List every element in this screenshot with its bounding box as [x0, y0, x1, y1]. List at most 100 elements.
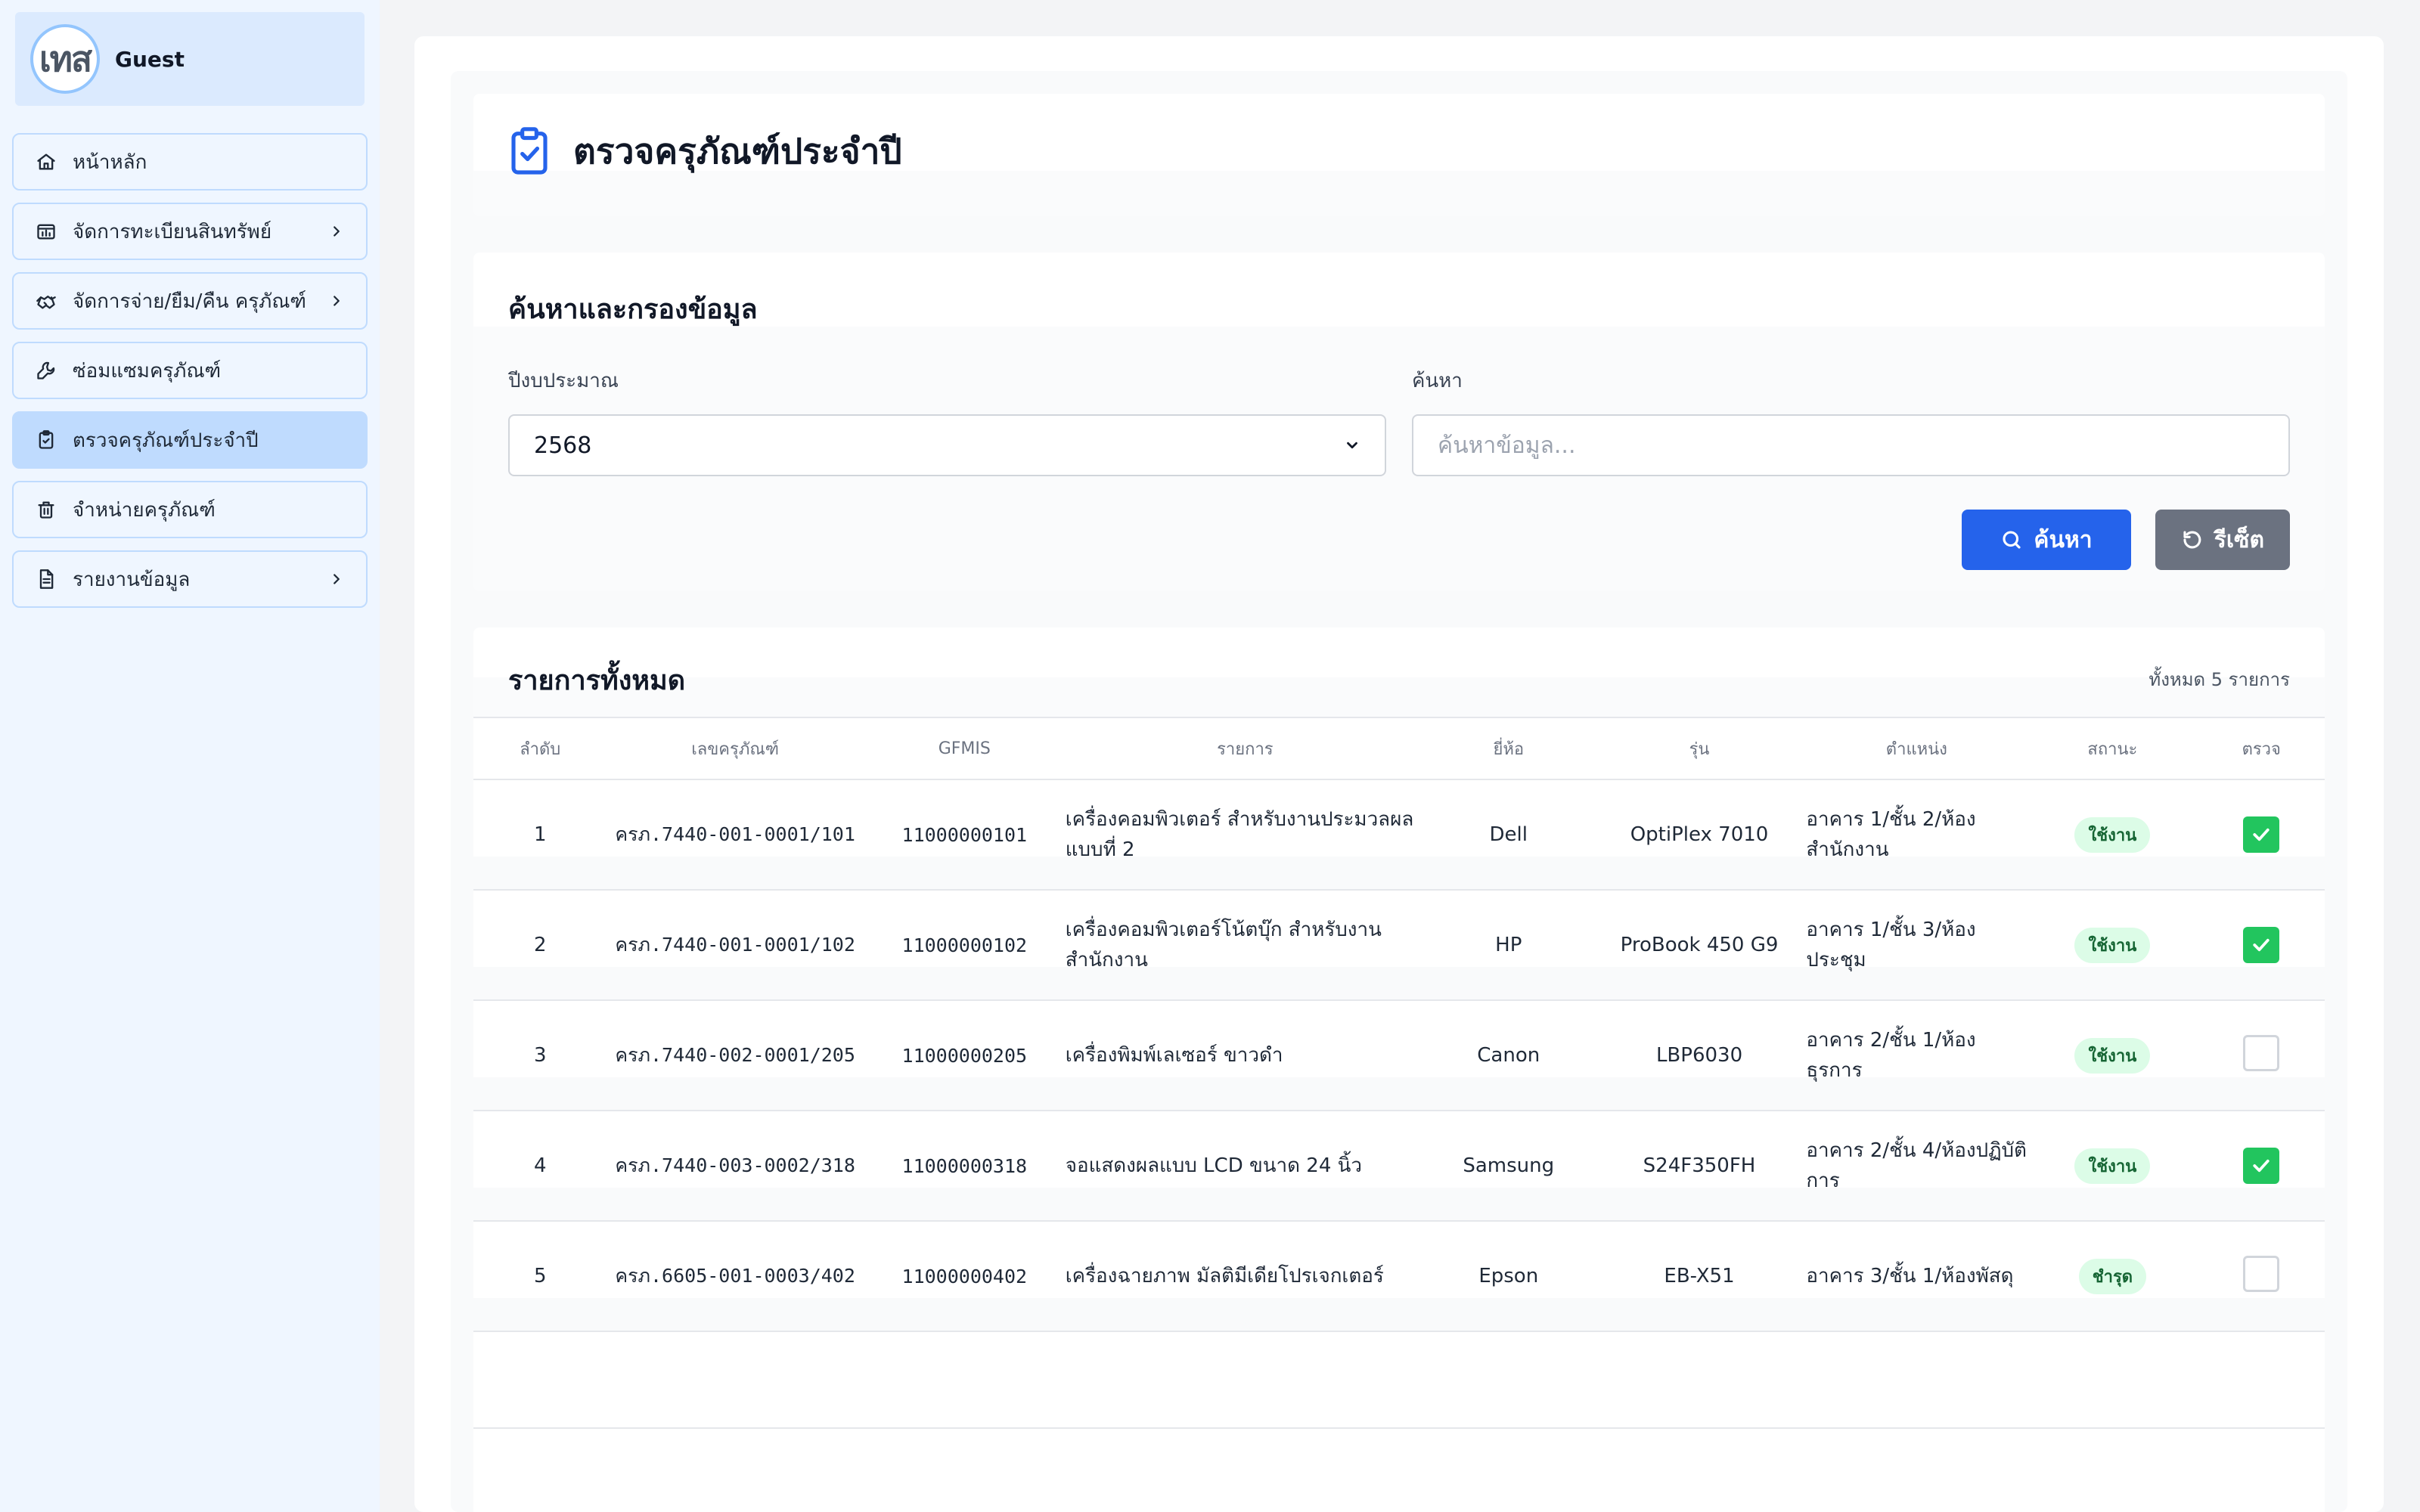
- status-badge: ใช้งาน: [2074, 816, 2151, 853]
- list-title: รายการทั้งหมด: [508, 665, 686, 696]
- cell-brand: Epson: [1424, 1220, 1593, 1331]
- cell-item: เครื่องฉายภาพ มัลติมีเดียโปรเจกเตอร์: [1065, 1220, 1425, 1331]
- column-header: ลำดับ: [473, 717, 607, 779]
- sidebar-item-5[interactable]: ตรวจครุภัณฑ์ประจำปี: [12, 411, 368, 469]
- cell-location: อาคาร 2/ชั้น 1/ห้องธุรการ: [1806, 999, 2028, 1111]
- cell-asset-no: ครภ.7440-001-0001/101: [607, 779, 864, 890]
- cell-asset-no: ครภ.7440-002-0001/205: [607, 999, 864, 1111]
- status-badge: ใช้งาน: [2074, 1148, 2151, 1184]
- search-icon: [2003, 531, 2021, 549]
- clipboard-check-icon: [33, 427, 59, 453]
- cell-location: อาคาร 1/ชั้น 3/ห้องประชุม: [1806, 889, 2028, 1000]
- sidebar-item-4[interactable]: ซ่อมแซมครุภัณฑ์: [12, 342, 368, 399]
- cell-model: S24F350FH: [1592, 1110, 1807, 1221]
- table-row: 1 ครภ.7440-001-0001/101 11000000101 เครื่อง…: [473, 779, 2325, 890]
- cell-status: ใช้งาน: [2027, 999, 2198, 1111]
- avatar: เทส: [30, 24, 100, 94]
- handshake-icon: [33, 288, 59, 314]
- cell-gfmis: 11000000102: [863, 889, 1066, 1000]
- cell-brand: Canon: [1424, 999, 1593, 1111]
- column-header: ยี่ห้อ: [1424, 717, 1593, 779]
- cell-model: LBP6030: [1592, 999, 1807, 1111]
- cell-check: [2198, 1110, 2325, 1221]
- status-badge: ใช้งาน: [2074, 1037, 2151, 1074]
- filter-title: ค้นหาและกรองข้อมูล: [508, 294, 758, 325]
- reset-button[interactable]: รีเซ็ต: [2155, 510, 2290, 570]
- cell-item: จอแสดงผลแบบ LCD ขนาด 24 นิ้ว: [1065, 1110, 1425, 1221]
- year-select[interactable]: 2568: [508, 414, 1386, 476]
- user-name: Guest: [115, 46, 185, 72]
- cell-no: 2: [473, 889, 607, 1000]
- check-icon: [2253, 1159, 2270, 1173]
- sidebar-item-2[interactable]: จัดการทะเบียนสินทรัพย์: [12, 203, 368, 260]
- cell-item: เครื่องคอมพิวเตอร์ สำหรับงานประมวลผลแบบท…: [1065, 779, 1425, 890]
- search-placeholder: ค้นหาข้อมูล...: [1438, 432, 1576, 459]
- cell-no: 1: [473, 779, 607, 890]
- sidebar-item-label: จำหน่ายครุภัณฑ์: [73, 498, 216, 522]
- cell-check: [2198, 999, 2325, 1111]
- clipboard-check-icon: [511, 127, 548, 175]
- cell-gfmis: 11000000205: [863, 999, 1066, 1111]
- inspect-checkbox[interactable]: [2243, 927, 2280, 963]
- trash-icon: [33, 497, 59, 522]
- search-button[interactable]: ค้นหา: [1962, 510, 2131, 570]
- cell-model: EB-X51: [1592, 1220, 1807, 1331]
- cell-status: ใช้งาน: [2027, 889, 2198, 1000]
- status-badge: ใช้งาน: [2074, 927, 2151, 963]
- cell-model: OptiPlex 7010: [1592, 779, 1807, 890]
- filter-actions: ค้นหา รีเซ็ต: [508, 510, 2290, 570]
- reset-button-label: รีเซ็ต: [2214, 526, 2264, 553]
- chevron-right-icon: [327, 222, 346, 241]
- inspect-checkbox[interactable]: [2243, 1255, 2280, 1292]
- sidebar-item-7[interactable]: รายงานข้อมูล: [12, 550, 368, 608]
- table-row: 4 ครภ.7440-003-0002/318 11000000318 จอแสดงผ…: [473, 1110, 2325, 1221]
- list-header: รายการทั้งหมด ทั้งหมด 5 รายการ: [473, 627, 2325, 717]
- cell-brand: Dell: [1424, 779, 1593, 890]
- cell-item: เครื่องคอมพิวเตอร์โน้ตบุ๊ก สำหรับงานสำนั…: [1065, 889, 1425, 1000]
- user-profile[interactable]: เทส Guest: [15, 12, 365, 106]
- column-header: รุ่น: [1592, 717, 1807, 779]
- status-badge: ชำรุด: [2078, 1258, 2147, 1294]
- cell-status: ใช้งาน: [2027, 779, 2198, 890]
- table-row: 5 ครภ.6605-001-0003/402 11000000402 เครื่อง…: [473, 1220, 2325, 1331]
- cell-check: [2198, 1220, 2325, 1331]
- main-content: ตรวจครุภัณฑ์ประจำปี ค้นหาและกรองข้อมูล ป…: [414, 36, 2384, 1512]
- sidebar-nav: หน้าหลักจัดการทะเบียนสินทรัพย์จัดการจ่าย…: [12, 133, 368, 608]
- sidebar-item-label: จัดการทะเบียนสินทรัพย์: [73, 220, 272, 243]
- cell-location: อาคาร 2/ชั้น 4/ห้องปฏิบัติการ: [1806, 1110, 2028, 1221]
- cell-asset-no: ครภ.6605-001-0003/402: [607, 1220, 864, 1331]
- cell-no: 3: [473, 999, 607, 1111]
- inspect-checkbox[interactable]: [2243, 816, 2280, 853]
- search-input[interactable]: ค้นหาข้อมูล...: [1412, 414, 2290, 476]
- filter-panel: ค้นหาและกรองข้อมูล ปีงบประมาณ 2568 ค้นหา…: [473, 253, 2325, 591]
- table-header-row: ลำดับ เลขครุภัณฑ์ GFMIS รายการ ยี่ห้อ รุ่น ตำแ…: [473, 717, 2325, 779]
- cell-item: เครื่องพิมพ์เลเซอร์ ขาวดำ: [1065, 999, 1425, 1111]
- sidebar-item-label: ตรวจครุภัณฑ์ประจำปี: [73, 429, 259, 452]
- sidebar-item-label: ซ่อมแซมครุภัณฑ์: [73, 359, 222, 383]
- cell-gfmis: 11000000318: [863, 1110, 1066, 1221]
- inspect-checkbox[interactable]: [2243, 1148, 2280, 1184]
- cell-no: 5: [473, 1220, 607, 1331]
- inspect-checkbox[interactable]: [2243, 1034, 2280, 1071]
- filter-fields: ปีงบประมาณ 2568 ค้นหา ค้นหาข้อมูล...: [508, 365, 2290, 476]
- cell-location: อาคาร 3/ชั้น 1/ห้องพัสดุ: [1806, 1220, 2028, 1331]
- content-panel: ตรวจครุภัณฑ์ประจำปี ค้นหาและกรองข้อมูล ป…: [451, 71, 2347, 1512]
- cell-gfmis: 11000000101: [863, 779, 1066, 890]
- empty-cell: [473, 1331, 2325, 1429]
- sidebar-item-1[interactable]: หน้าหลัก: [12, 133, 368, 191]
- asset-table: ลำดับ เลขครุภัณฑ์ GFMIS รายการ ยี่ห้อ รุ่น ตำแ…: [473, 717, 2325, 1429]
- sidebar-item-label: จัดการจ่าย/ยืม/คืน ครุภัณฑ์: [73, 290, 307, 313]
- cell-brand: HP: [1424, 889, 1593, 1000]
- search-label: ค้นหา: [1412, 370, 1463, 392]
- sidebar-item-6[interactable]: จำหน่ายครุภัณฑ์: [12, 481, 368, 538]
- cell-status: ใช้งาน: [2027, 1110, 2198, 1221]
- home-icon: [33, 149, 59, 175]
- reset-icon: [2183, 531, 2201, 549]
- table-row: 2 ครภ.7440-001-0001/102 11000000102 เครื่อง…: [473, 889, 2325, 1000]
- check-icon: [2253, 938, 2270, 952]
- folder-chart-icon: [33, 218, 59, 244]
- sidebar: เทส Guest หน้าหลักจัดการทะเบียนสินทรัพย์…: [0, 0, 380, 1512]
- sidebar-item-label: รายงานข้อมูล: [73, 568, 191, 591]
- sidebar-item-3[interactable]: จัดการจ่าย/ยืม/คืน ครุภัณฑ์: [12, 272, 368, 330]
- search-button-label: ค้นหา: [2034, 526, 2093, 553]
